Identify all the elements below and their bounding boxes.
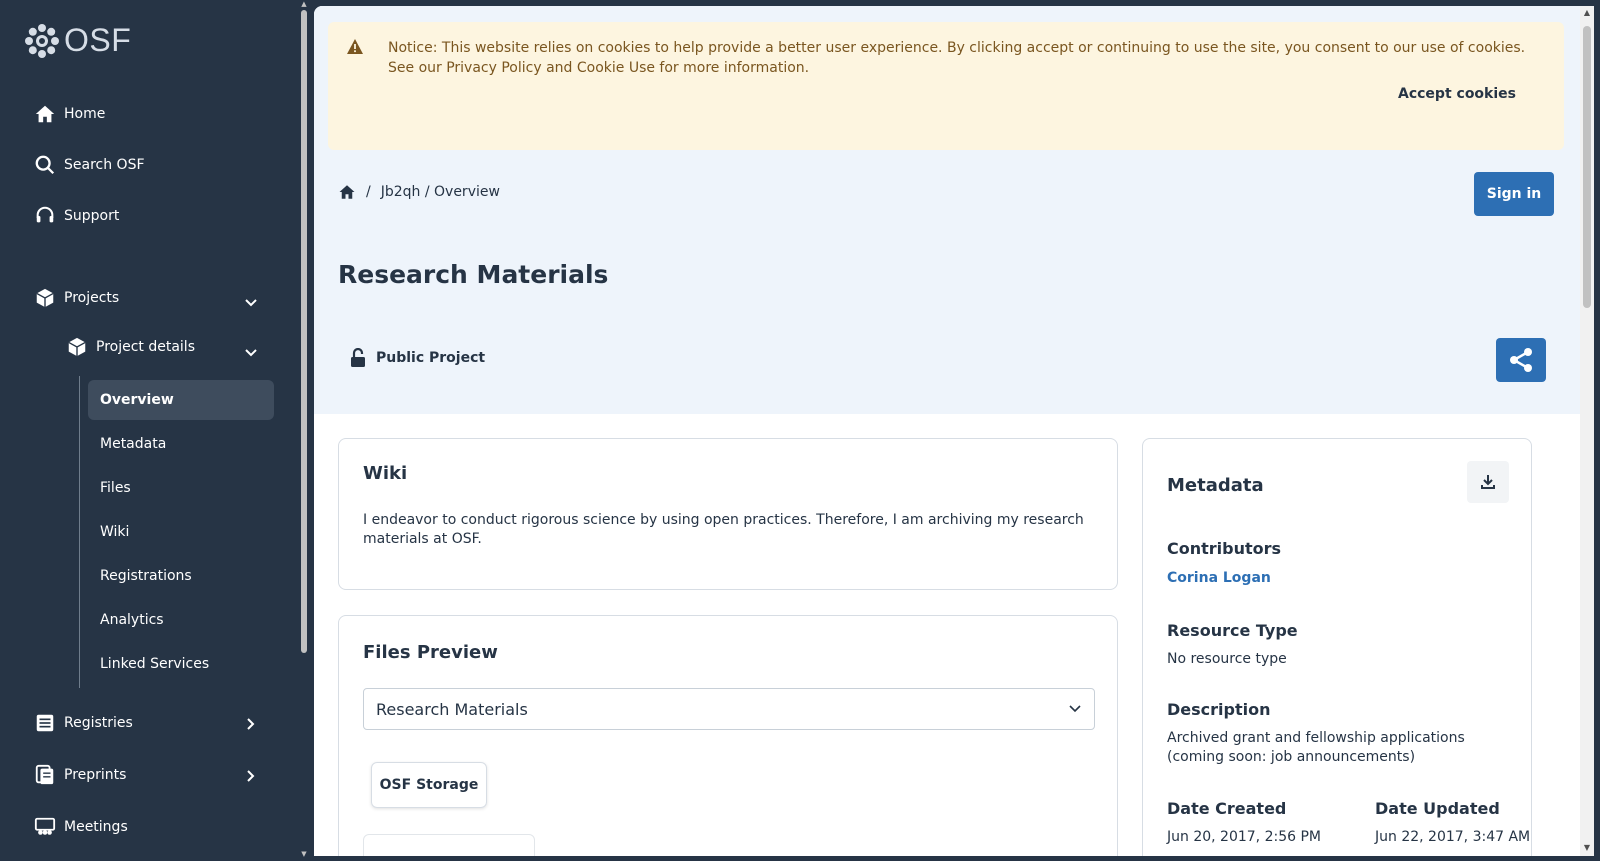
registries-icon — [36, 714, 54, 732]
nav-support-label: Support — [64, 208, 120, 224]
nav-support[interactable]: Support — [34, 205, 119, 227]
nav-search[interactable]: Search OSF — [34, 154, 145, 176]
description-label: Description — [1167, 700, 1271, 719]
scroll-up-arrow[interactable]: ▲ — [300, 0, 308, 8]
chevron-right-icon[interactable] — [244, 717, 258, 731]
cube-icon — [68, 337, 86, 357]
nav-projects-label: Projects — [64, 290, 120, 306]
sidebar-item-metadata[interactable]: Metadata — [88, 424, 274, 464]
files-preview-card: Files Preview Research Materials OSF Sto… — [338, 615, 1118, 856]
date-created-value: Jun 20, 2017, 2:56 PM — [1167, 829, 1321, 845]
page-title: Research Materials — [338, 260, 609, 289]
nav-preprints-label: Preprints — [64, 767, 127, 783]
cookie-notice-text: Notice: This website relies on cookies t… — [388, 40, 1526, 76]
share-icon — [1510, 348, 1532, 372]
download-metadata-button[interactable] — [1467, 461, 1509, 503]
project-select-value: Research Materials — [376, 699, 528, 719]
sidebar-item-registrations[interactable]: Registrations — [88, 556, 274, 596]
breadcrumb: / Jb2qh / Overview — [338, 183, 500, 201]
download-icon — [1481, 475, 1495, 489]
sidebar-item-overview[interactable]: Overview — [88, 380, 274, 420]
logo-text: OSF — [64, 22, 132, 58]
sidebar-scrollbar[interactable]: ▲ ▼ — [300, 0, 308, 861]
nav-preprints[interactable]: Preprints — [34, 764, 126, 786]
sidebar-scroll-thumb[interactable] — [301, 10, 307, 653]
contributor-link[interactable]: Corina Logan — [1167, 569, 1271, 588]
sidebar: OSF Home Search OSF Support Projects Pro… — [0, 0, 300, 861]
description-value: Archived grant and fellowship applicatio… — [1167, 730, 1465, 765]
nav-project-details-label: Project details — [96, 339, 195, 355]
project-select[interactable]: Research Materials — [363, 688, 1095, 730]
visibility-badge: Public Project — [350, 348, 485, 368]
resource-type-label: Resource Type — [1167, 621, 1298, 640]
sidebar-item-linked-services[interactable]: Linked Services — [88, 644, 274, 684]
breadcrumb-path[interactable]: Jb2qh / Overview — [381, 184, 500, 200]
osf-logo-icon — [25, 23, 59, 58]
date-updated-label: Date Updated — [1375, 799, 1500, 818]
date-created-label: Date Created — [1167, 799, 1287, 818]
headset-icon — [36, 206, 54, 223]
file-list-item[interactable] — [363, 834, 535, 856]
wiki-text: I endeavor to conduct rigorous science b… — [363, 512, 1084, 547]
cookie-notice: Notice: This website relies on cookies t… — [328, 22, 1564, 150]
sidebar-item-files[interactable]: Files — [88, 468, 274, 508]
visibility-label: Public Project — [376, 350, 486, 366]
nav-registries[interactable]: Registries — [34, 712, 133, 734]
contributors-label: Contributors — [1167, 539, 1282, 558]
home-icon — [35, 105, 55, 123]
warning-icon — [347, 39, 363, 54]
project-header: Notice: This website relies on cookies t… — [314, 6, 1580, 414]
nav-search-label: Search OSF — [64, 157, 145, 173]
wiki-card: Wiki I endeavor to conduct rigorous scie… — [338, 438, 1118, 590]
scroll-down-arrow[interactable]: ▼ — [300, 850, 308, 858]
breadcrumb-separator: / — [366, 184, 371, 200]
sign-in-button[interactable]: Sign in — [1474, 172, 1554, 216]
cube-icon — [36, 288, 54, 308]
resource-type-value: No resource type — [1167, 651, 1287, 667]
home-icon[interactable] — [338, 183, 356, 201]
chevron-down-icon — [1069, 705, 1081, 713]
metadata-card: Metadata Contributors Corina Logan Resou… — [1142, 438, 1532, 856]
unlock-icon — [351, 348, 365, 367]
chevron-down-icon[interactable] — [244, 296, 258, 310]
share-button[interactable] — [1496, 338, 1546, 382]
sidebar-item-analytics[interactable]: Analytics — [88, 600, 274, 640]
nav-meetings-label: Meetings — [64, 819, 128, 835]
meetings-icon — [34, 817, 56, 835]
files-preview-heading: Files Preview — [363, 642, 498, 663]
scroll-up-arrow[interactable]: ▲ — [1580, 8, 1594, 17]
main-scrollbar[interactable]: ▲ ▼ — [1580, 6, 1594, 856]
submenu-line — [79, 376, 80, 688]
accept-cookies-button[interactable]: Accept cookies — [1398, 86, 1516, 102]
preprints-icon — [35, 764, 54, 785]
chevron-down-icon[interactable] — [244, 346, 258, 360]
nav-registries-label: Registries — [64, 715, 133, 731]
date-updated-value: Jun 22, 2017, 3:47 AM — [1375, 829, 1531, 845]
nav-project-details[interactable]: Project details — [66, 336, 195, 358]
chevron-right-icon[interactable] — [244, 769, 258, 783]
nav-home-label: Home — [64, 106, 106, 122]
nav-home[interactable]: Home — [34, 103, 105, 125]
sidebar-item-wiki[interactable]: Wiki — [88, 512, 274, 552]
nav-projects[interactable]: Projects — [34, 287, 119, 309]
main-scroll-thumb[interactable] — [1583, 26, 1591, 308]
osf-storage-button[interactable]: OSF Storage — [371, 762, 487, 808]
wiki-heading: Wiki — [363, 463, 408, 484]
search-icon — [35, 155, 55, 175]
nav-meetings[interactable]: Meetings — [34, 816, 128, 838]
osf-logo[interactable]: OSF — [24, 22, 131, 59]
main-content: Notice: This website relies on cookies t… — [314, 6, 1580, 856]
scroll-down-arrow[interactable]: ▼ — [1580, 843, 1594, 852]
metadata-heading: Metadata — [1167, 475, 1264, 496]
